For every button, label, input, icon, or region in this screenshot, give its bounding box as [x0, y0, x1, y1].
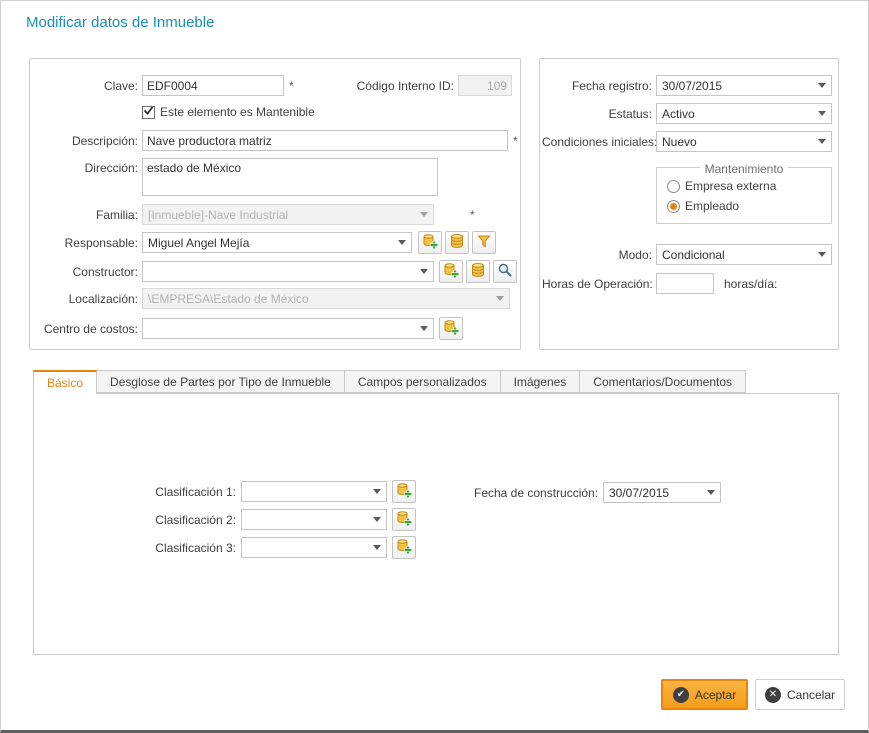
fecha-registro-label: Fecha registro:: [542, 79, 652, 93]
general-groupbox: Clave: * Código Interno ID: Este element…: [29, 58, 521, 350]
constructor-list-button[interactable]: [466, 260, 490, 283]
localizacion-dropdown: \EMPRESA\Estado de México: [142, 288, 510, 309]
add-icon: [443, 262, 459, 281]
chevron-down-icon: [818, 252, 826, 257]
localizacion-label: Localización:: [34, 292, 138, 306]
search-icon: [497, 262, 513, 281]
horas-dia-label: horas/día:: [724, 277, 777, 291]
basico-tab-panel: Clasificación 1: Clasificación 2:: [33, 393, 839, 655]
clave-required-asterisk: *: [289, 79, 294, 93]
horas-operacion-label: Horas de Operación:: [542, 277, 652, 291]
clasificacion3-label: Clasificación 3:: [130, 541, 236, 555]
chevron-down-icon: [373, 545, 381, 550]
chevron-down-icon: [496, 296, 504, 301]
clasificacion3-add-button[interactable]: [392, 536, 416, 559]
chevron-down-icon: [420, 212, 428, 217]
empresa-externa-radio[interactable]: [667, 180, 680, 193]
cancelar-button[interactable]: ✕ Cancelar: [755, 679, 845, 710]
tab-basico[interactable]: Básico: [33, 370, 97, 394]
clasificacion1-dropdown[interactable]: [241, 481, 387, 502]
centro-costos-label: Centro de costos:: [34, 322, 138, 336]
page-title: Modificar datos de Inmueble: [26, 14, 214, 31]
fecha-construccion-label: Fecha de construcción:: [474, 486, 598, 500]
constructor-add-button[interactable]: [439, 260, 463, 283]
close-icon: ✕: [765, 687, 781, 703]
clasificacion2-label: Clasificación 2:: [130, 513, 236, 527]
add-icon: [443, 319, 459, 338]
estatus-label: Estatus:: [542, 107, 652, 121]
fecha-registro-dropdown[interactable]: 30/07/2015: [656, 75, 832, 96]
aceptar-label: Aceptar: [695, 688, 736, 702]
clasificacion2-dropdown[interactable]: [241, 509, 387, 530]
centro-costos-dropdown[interactable]: [142, 318, 434, 339]
database-icon: [470, 262, 486, 281]
descripcion-label: Descripción:: [34, 134, 138, 148]
tab-desglose-partes[interactable]: Desglose de Partes por Tipo de Inmueble: [97, 370, 345, 393]
familia-dropdown: [Inmueble]-Nave Industrial: [142, 204, 434, 225]
mantenimiento-legend: Mantenimiento: [700, 162, 789, 176]
modo-label: Modo:: [542, 248, 652, 262]
mantenible-label: Este elemento es Mantenible: [160, 105, 315, 119]
familia-label: Familia:: [34, 208, 138, 222]
empleado-radio[interactable]: [667, 200, 680, 213]
cancelar-label: Cancelar: [787, 688, 835, 702]
direccion-textarea[interactable]: estado de México: [142, 158, 438, 196]
tab-campos-personalizados[interactable]: Campos personalizados: [345, 370, 501, 393]
clasificacion1-add-button[interactable]: [392, 480, 416, 503]
aceptar-button[interactable]: ✔ Aceptar: [661, 679, 748, 710]
clave-input[interactable]: [142, 75, 284, 96]
check-icon: ✔: [673, 687, 689, 703]
responsable-dropdown[interactable]: Miguel Angel Mejía: [142, 232, 412, 253]
chevron-down-icon: [707, 490, 715, 495]
descripcion-required-asterisk: *: [513, 134, 518, 148]
chevron-down-icon: [398, 240, 406, 245]
tab-imagenes[interactable]: Imágenes: [501, 370, 581, 393]
responsable-list-button[interactable]: [445, 231, 469, 254]
mantenimiento-groupbox: Mantenimiento Empresa externa Empleado: [656, 167, 832, 224]
filter-icon: [476, 233, 492, 252]
chevron-down-icon: [818, 83, 826, 88]
clasificacion1-label: Clasificación 1:: [130, 485, 236, 499]
clave-label: Clave:: [34, 79, 138, 93]
add-icon: [396, 510, 412, 529]
chevron-down-icon: [373, 489, 381, 494]
mantenible-checkbox[interactable]: [142, 106, 155, 119]
codigo-interno-label: Código Interno ID:: [357, 79, 454, 93]
clasificacion3-dropdown[interactable]: [241, 537, 387, 558]
responsable-filter-button[interactable]: [472, 231, 496, 254]
clasificacion2-add-button[interactable]: [392, 508, 416, 531]
horas-operacion-input[interactable]: [656, 273, 714, 294]
centro-costos-add-button[interactable]: [439, 317, 463, 340]
constructor-dropdown[interactable]: [142, 261, 434, 282]
chevron-down-icon: [373, 517, 381, 522]
fecha-construccion-dropdown[interactable]: 30/07/2015: [603, 482, 721, 503]
constructor-label: Constructor:: [34, 265, 138, 279]
chevron-down-icon: [420, 269, 428, 274]
chevron-down-icon: [818, 111, 826, 116]
empresa-externa-label: Empresa externa: [685, 179, 776, 193]
detalle-groupbox: Fecha registro: 30/07/2015 Estatus: Acti…: [539, 58, 839, 350]
descripcion-input[interactable]: [142, 130, 508, 151]
codigo-interno-input: [458, 75, 512, 96]
checkmark-icon: [143, 103, 154, 121]
tab-comentarios-documentos[interactable]: Comentarios/Documentos: [580, 370, 746, 393]
modo-dropdown[interactable]: Condicional: [656, 244, 832, 265]
responsable-add-button[interactable]: [418, 231, 442, 254]
database-icon: [449, 233, 465, 252]
responsable-label: Responsable:: [34, 236, 138, 250]
add-icon: [422, 233, 438, 252]
add-icon: [396, 482, 412, 501]
familia-required-asterisk: *: [470, 208, 475, 222]
chevron-down-icon: [420, 326, 428, 331]
add-icon: [396, 538, 412, 557]
condiciones-iniciales-dropdown[interactable]: Nuevo: [656, 131, 832, 152]
condiciones-iniciales-label: Condiciones iniciales:: [542, 135, 652, 149]
empleado-label: Empleado: [685, 199, 739, 213]
direccion-label: Dirección:: [34, 158, 138, 179]
estatus-dropdown[interactable]: Activo: [656, 103, 832, 124]
constructor-search-button[interactable]: [493, 260, 517, 283]
chevron-down-icon: [818, 139, 826, 144]
tab-bar: Básico Desglose de Partes por Tipo de In…: [33, 370, 746, 393]
modificar-inmueble-dialog: Modificar datos de Inmueble Clave: * Cód…: [0, 0, 869, 733]
